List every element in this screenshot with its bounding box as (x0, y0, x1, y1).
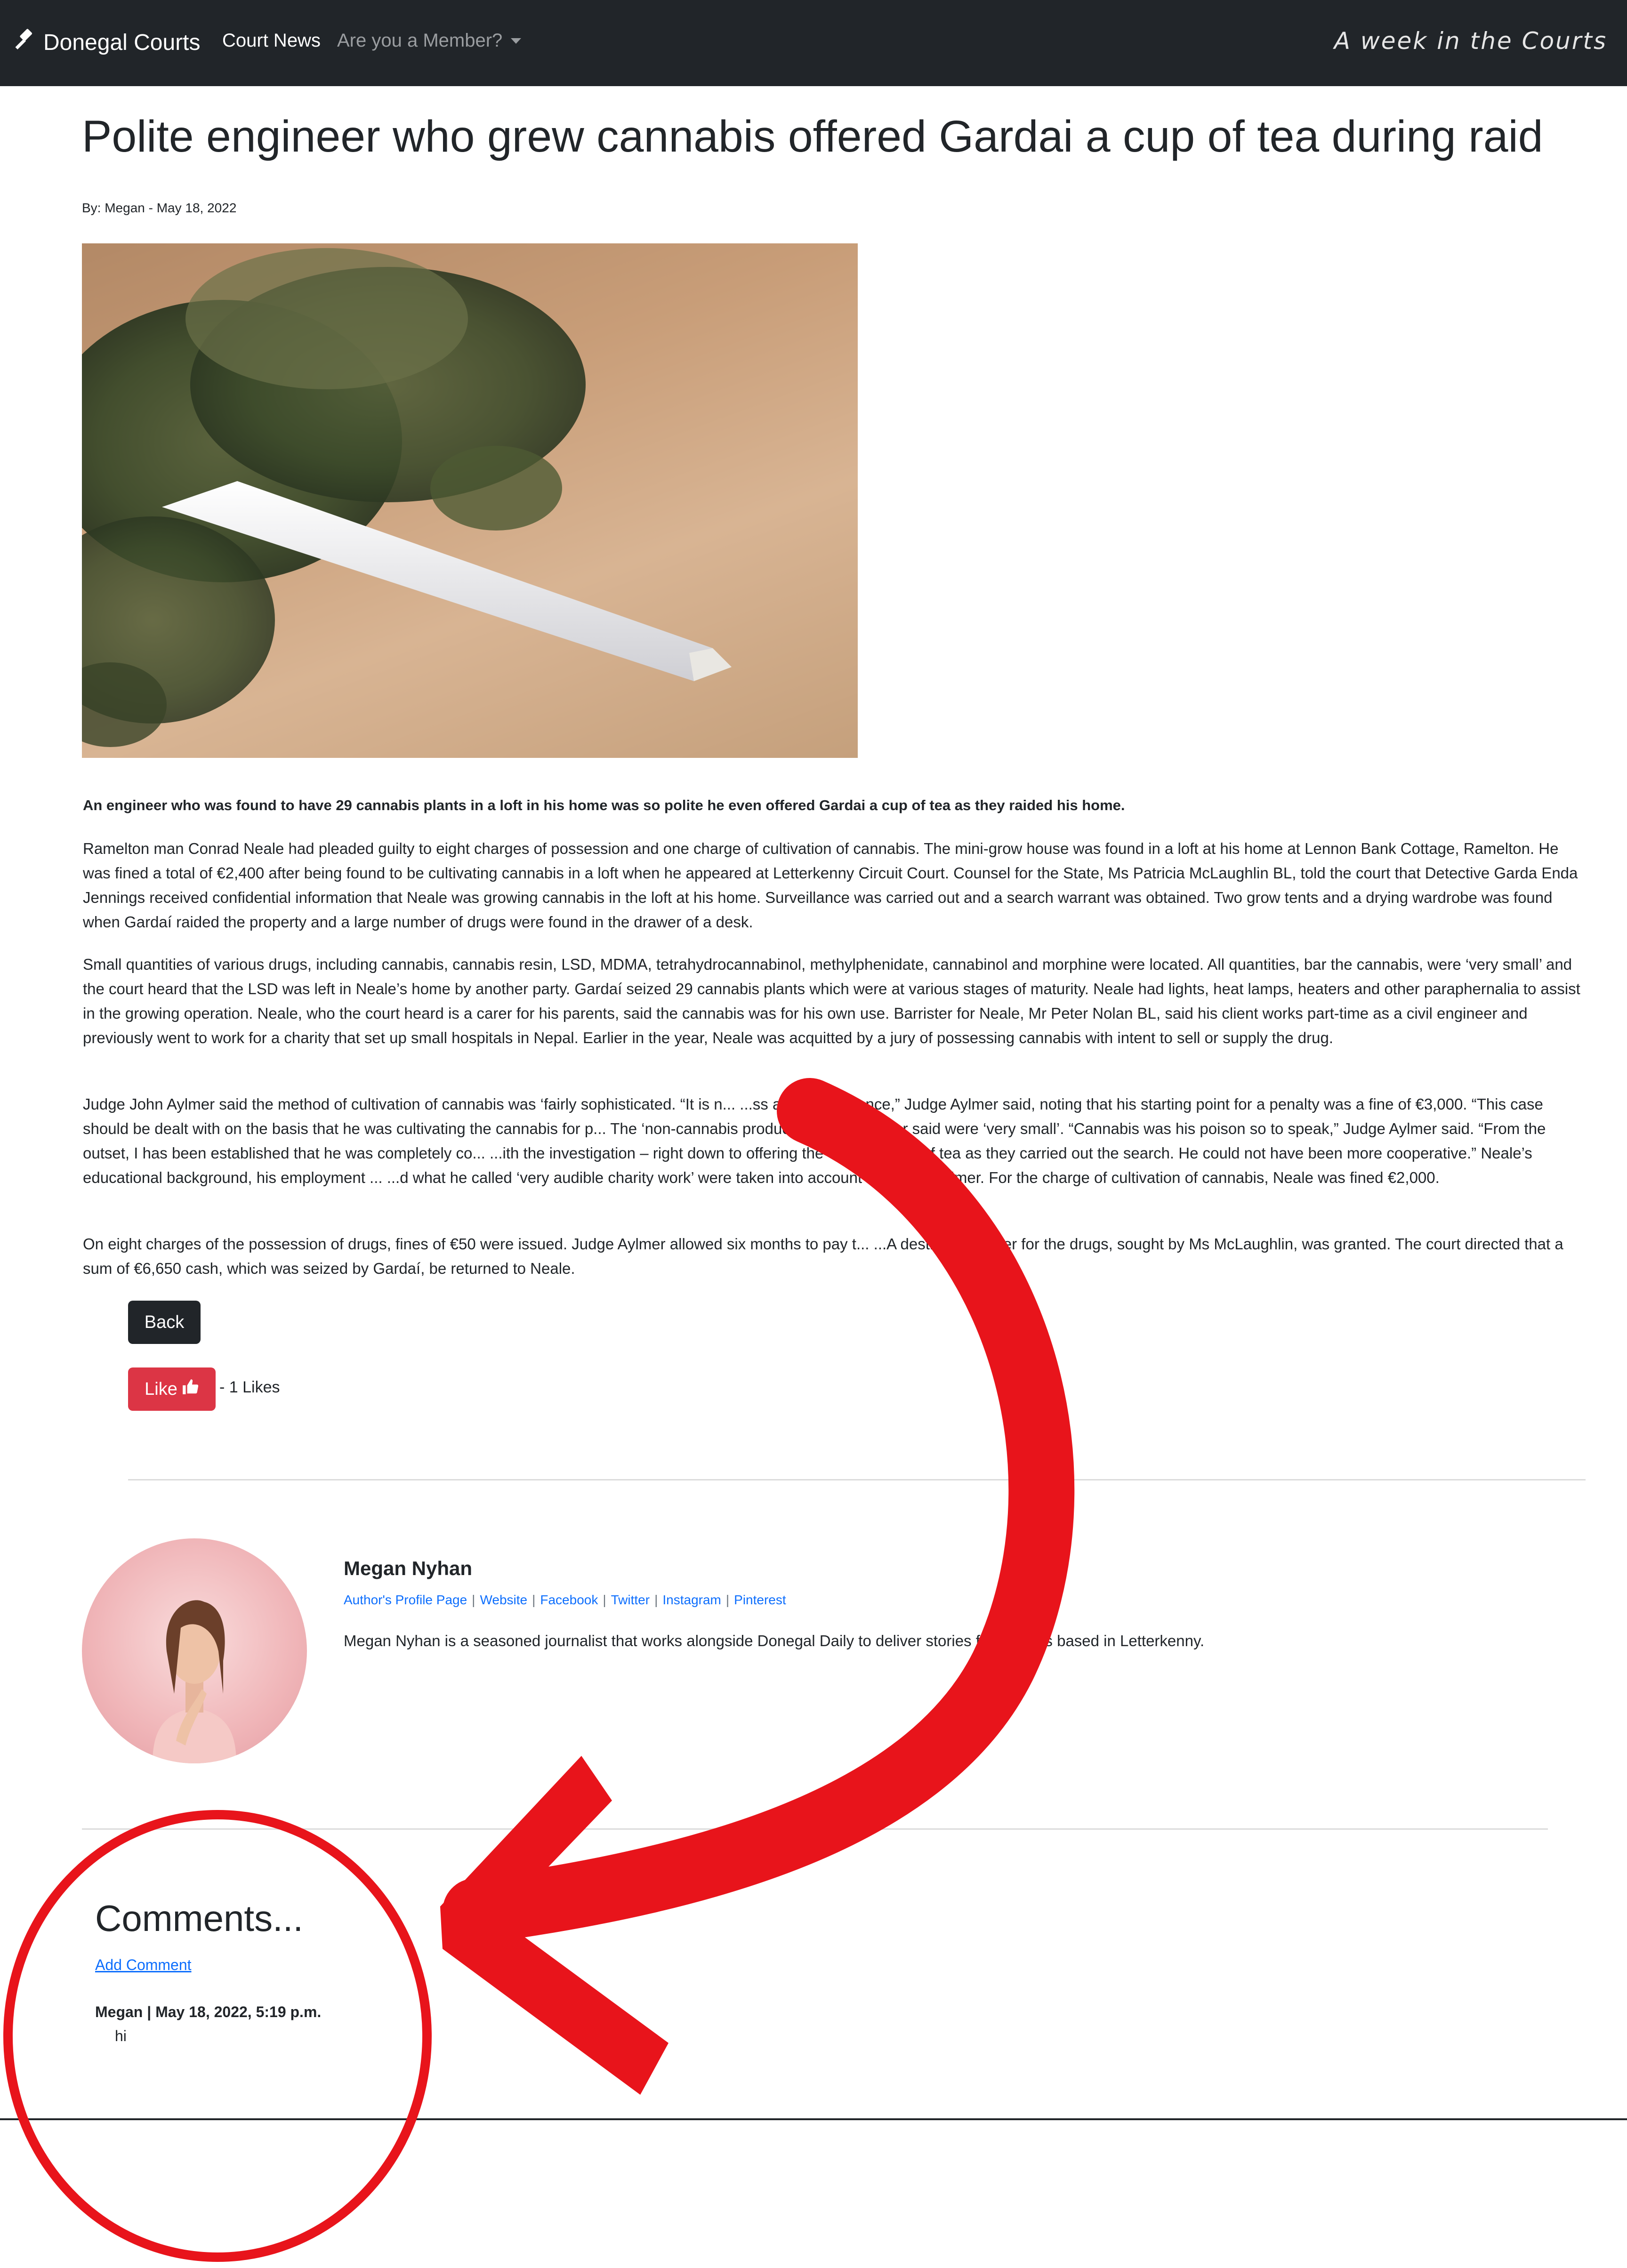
article-lead: An engineer who was found to have 29 can… (83, 797, 1125, 813)
author-avatar (82, 1538, 307, 1763)
footer-divider (0, 2118, 1627, 2120)
author-name: Megan Nyhan (344, 1557, 473, 1579)
thumbs-up-icon (181, 1378, 199, 1400)
like-button[interactable]: Like (128, 1367, 216, 1411)
author-links: Author's Profile Page | Website | Facebo… (344, 1592, 786, 1608)
comment-text: hi (115, 2027, 127, 2044)
link-separator: | (725, 1592, 730, 1607)
divider (128, 1479, 1586, 1480)
article-title: Polite engineer who grew cannabis offere… (82, 112, 1543, 161)
author-profile-link[interactable]: Author's Profile Page (344, 1592, 467, 1608)
brand-label: Donegal Courts (43, 30, 201, 55)
annotation-circle (3, 1810, 432, 2262)
divider (82, 1828, 1548, 1830)
author-pinterest-link[interactable]: Pinterest (734, 1592, 786, 1608)
nav-court-news[interactable]: Court News (222, 30, 321, 51)
back-button[interactable]: Back (128, 1301, 201, 1344)
gavel-icon (12, 27, 37, 57)
comments-heading: Comments... (95, 1898, 304, 1939)
caret-down-icon (511, 38, 522, 44)
comment-meta: Megan | May 18, 2022, 5:19 p.m. (95, 2003, 322, 2020)
member-dropdown-label: Are you a Member? (337, 30, 503, 51)
article-paragraph: Small quantities of various drugs, inclu… (83, 956, 1580, 1046)
link-separator: | (603, 1592, 606, 1607)
author-facebook-link[interactable]: Facebook (540, 1592, 598, 1608)
article-byline: By: Megan - May 18, 2022 (82, 201, 237, 215)
article-paragraph: Ramelton man Conrad Neale had pleaded gu… (83, 840, 1578, 931)
annotation-arrow-curve (443, 1078, 1075, 1944)
nav-member-dropdown[interactable]: Are you a Member? (337, 30, 522, 51)
site-tagline: A week in the Courts (1334, 27, 1607, 55)
add-comment-link[interactable]: Add Comment (95, 1956, 192, 1974)
author-bio: Megan Nyhan is a seasoned journalist tha… (344, 1632, 1205, 1649)
article-hero-image (82, 243, 858, 758)
link-separator: | (532, 1592, 536, 1607)
like-label: Like (145, 1379, 177, 1399)
brand-link[interactable]: Donegal Courts (12, 26, 201, 59)
author-instagram-link[interactable]: Instagram (662, 1592, 721, 1608)
annotation-arrow-head (440, 1756, 669, 2095)
author-website-link[interactable]: Website (480, 1592, 527, 1608)
link-separator: | (472, 1592, 475, 1607)
author-twitter-link[interactable]: Twitter (611, 1592, 650, 1608)
link-separator: | (654, 1592, 658, 1607)
likes-count: - 1 Likes (219, 1378, 280, 1396)
article-paragraph: Judge John Aylmer said the method of cul… (83, 1095, 1546, 1186)
navbar: Donegal Courts Court News Are you a Memb… (0, 0, 1627, 86)
article-paragraph: On eight charges of the possession of dr… (83, 1235, 1563, 1277)
